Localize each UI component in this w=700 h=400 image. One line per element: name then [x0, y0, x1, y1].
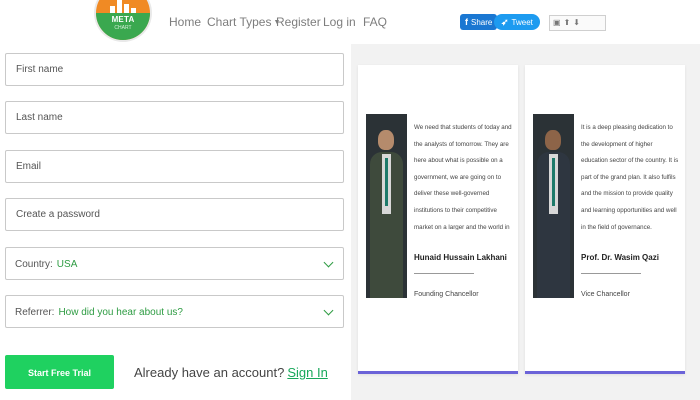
nav-chart-types[interactable]: Chart Types ▼ — [207, 15, 280, 29]
vote-widget[interactable]: ▣ ⬆ ⬇ — [549, 15, 606, 31]
last-name-field[interactable] — [5, 101, 344, 134]
nav-register[interactable]: Register — [276, 15, 321, 29]
tweet-label: Tweet — [511, 18, 533, 27]
testimonial-name: Prof. Dr. Wasim Qazi — [581, 253, 659, 262]
logo-text: META — [111, 15, 135, 24]
upvote-icon[interactable]: ⬆ — [564, 18, 571, 27]
logo-subtext: CHART — [114, 25, 132, 31]
logo-bars-icon — [110, 0, 136, 14]
first-name-input[interactable] — [6, 54, 343, 85]
email-input[interactable] — [6, 151, 343, 182]
share-label: Share — [471, 18, 493, 27]
start-free-trial-button[interactable]: Start Free Trial — [5, 355, 114, 389]
signin-prompt: Already have an account? Sign In — [134, 365, 328, 380]
testimonial-quote: We need that students of today and the a… — [414, 124, 512, 230]
testimonial-card: It is a deep pleasing dedication to the … — [525, 65, 685, 374]
referrer-label: Referrer: — [15, 307, 55, 318]
country-value: USA — [56, 259, 78, 270]
signin-prompt-text: Already have an account? — [134, 365, 285, 380]
tweet-button[interactable]: ➶ Tweet — [494, 14, 540, 30]
divider — [581, 273, 641, 274]
twitter-bird-icon: ➶ — [501, 17, 509, 27]
nav-home[interactable]: Home — [169, 15, 201, 29]
testimonials-panel: We need that students of today and the a… — [351, 44, 700, 400]
sign-in-link[interactable]: Sign In — [287, 365, 327, 380]
last-name-input[interactable] — [6, 102, 343, 133]
testimonial-title: Vice Chancellor — [581, 291, 630, 298]
nav-faq[interactable]: FAQ — [363, 15, 387, 29]
vote-badge-icon: ▣ — [553, 18, 561, 27]
chevron-down-icon — [323, 257, 334, 268]
first-name-field[interactable] — [5, 53, 344, 86]
password-field[interactable] — [5, 198, 344, 231]
testimonial-name: Hunaid Hussain Lakhani — [414, 253, 507, 262]
email-field[interactable] — [5, 150, 344, 183]
chevron-down-icon — [323, 305, 334, 316]
password-input[interactable] — [6, 199, 343, 230]
site-logo[interactable]: META CHART — [96, 0, 150, 40]
facebook-share-button[interactable]: f Share — [460, 14, 498, 30]
testimonial-card: We need that students of today and the a… — [358, 65, 518, 374]
testimonial-quote: It is a deep pleasing dedication to the … — [581, 124, 679, 230]
country-label: Country: — [15, 259, 53, 270]
facebook-icon: f — [465, 17, 468, 27]
downvote-icon[interactable]: ⬇ — [573, 18, 580, 27]
referrer-select[interactable]: Referrer: How did you hear about us? — [5, 295, 344, 328]
country-select[interactable]: Country: USA — [5, 247, 344, 280]
nav-login[interactable]: Log in — [323, 15, 356, 29]
top-navbar: META CHART Home Chart Types ▼ Register Lo… — [0, 0, 700, 44]
portrait-photo — [533, 114, 574, 298]
nav-chart-types-label: Chart Types — [207, 15, 272, 29]
referrer-value: How did you hear about us? — [58, 307, 183, 318]
portrait-photo — [366, 114, 407, 298]
testimonial-title: Founding Chancellor — [414, 291, 479, 298]
divider — [414, 273, 474, 274]
